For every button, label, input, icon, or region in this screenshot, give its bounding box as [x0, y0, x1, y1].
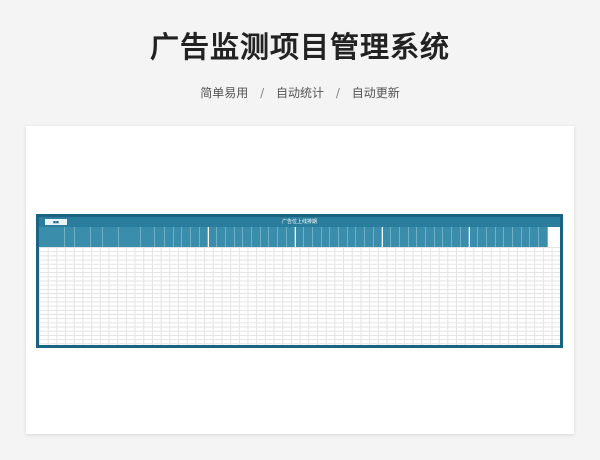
column-header	[408, 227, 418, 247]
column-header	[539, 227, 548, 247]
column-header	[460, 227, 470, 247]
column-header	[426, 227, 435, 247]
column-header	[434, 227, 444, 247]
column-header	[155, 227, 165, 247]
page-title: 广告监测项目管理系统	[149, 30, 450, 64]
column-header	[478, 227, 487, 247]
column-header	[191, 227, 200, 247]
column-header	[486, 227, 496, 247]
column-header	[91, 227, 103, 247]
column-header	[452, 227, 461, 247]
spreadsheet-preview: ■■ 广告位上线排期	[36, 214, 563, 348]
tag-separator: /	[335, 86, 340, 100]
column-header	[39, 227, 65, 247]
column-header	[339, 227, 348, 247]
tag-auto-stat: 自动统计	[275, 86, 324, 100]
column-header	[295, 227, 305, 247]
column-header	[382, 227, 392, 247]
column-header	[217, 227, 226, 247]
column-header	[119, 227, 141, 247]
column-header	[373, 227, 383, 247]
column-header	[443, 227, 453, 247]
column-header	[252, 227, 261, 247]
column-header	[504, 227, 513, 247]
column-header	[513, 227, 522, 247]
column-header	[141, 227, 155, 247]
column-header	[399, 227, 409, 247]
column-header	[65, 227, 75, 247]
column-header	[225, 227, 235, 247]
column-header	[469, 227, 479, 247]
column-header	[243, 227, 252, 247]
column-header	[521, 227, 531, 247]
column-header	[530, 227, 540, 247]
column-header	[321, 227, 331, 247]
column-header	[278, 227, 287, 247]
column-header	[260, 227, 270, 247]
column-header	[199, 227, 209, 247]
column-header	[495, 227, 505, 247]
column-header	[75, 227, 91, 247]
column-header	[103, 227, 119, 247]
column-header	[347, 227, 357, 247]
column-header	[269, 227, 279, 247]
column-header	[165, 227, 174, 247]
column-header	[417, 227, 426, 247]
column-header	[356, 227, 366, 247]
feature-tags: 简单易用 / 自动统计 / 自动更新	[0, 84, 600, 101]
column-header	[286, 227, 296, 247]
sheet-title: 广告位上线排期	[281, 219, 317, 225]
column-header	[312, 227, 322, 247]
column-header	[182, 227, 192, 247]
column-header	[208, 227, 218, 247]
tag-easy: 简单易用	[200, 86, 249, 100]
sheet-grid	[39, 247, 560, 345]
column-header	[365, 227, 374, 247]
preview-card: ■■ 广告位上线排期	[26, 126, 574, 434]
tag-auto-update: 自动更新	[351, 86, 400, 100]
column-header	[304, 227, 313, 247]
column-header	[391, 227, 400, 247]
column-header	[330, 227, 339, 247]
column-header	[173, 227, 183, 247]
column-header	[234, 227, 244, 247]
tag-separator: /	[260, 86, 265, 100]
